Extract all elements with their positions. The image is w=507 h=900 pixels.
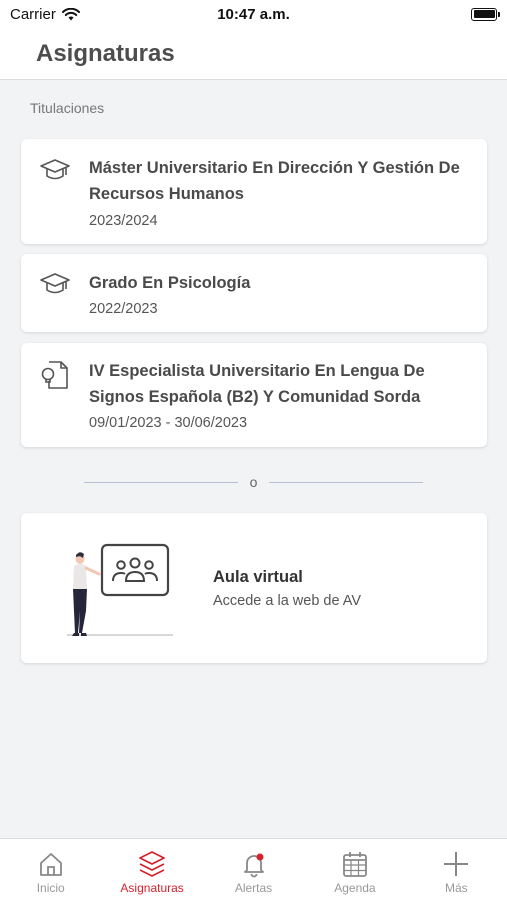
or-divider: o (0, 472, 507, 492)
tab-label: Inicio (36, 881, 65, 895)
battery-icon (471, 7, 500, 21)
wifi-icon (61, 7, 80, 20)
degree-period: 09/01/2023 - 30/06/2023 (89, 415, 248, 431)
degree-title: Grado En Psicología (89, 274, 251, 292)
tab-label: Asignaturas (120, 881, 184, 895)
tab-agenda[interactable]: Agenda (304, 839, 405, 900)
virtual-classroom-subtitle: Accede a la web de AV (213, 593, 362, 609)
tab-label: Agenda (334, 881, 376, 895)
layers-icon (139, 851, 166, 877)
degree-title: Máster Universitario En Dirección Y Gest… (89, 159, 460, 203)
degree-title: IV Especialista Universitario En Lengua … (89, 362, 425, 406)
status-left: Carrier (10, 6, 80, 23)
bell-icon (243, 853, 264, 878)
document-idea-icon (41, 361, 68, 389)
tab-mas[interactable]: Más (406, 839, 507, 900)
tab-alertas[interactable]: Alertas (203, 839, 304, 900)
divider-line (83, 481, 238, 483)
section-label: Titulaciones (30, 100, 105, 116)
degree-period: 2023/2024 (89, 213, 158, 229)
tab-label: Más (444, 881, 468, 895)
status-bar: Carrier 10:47 a.m. (0, 0, 507, 28)
tab-asignaturas[interactable]: Asignaturas (101, 839, 202, 900)
home-icon (39, 853, 62, 876)
tab-label: Alertas (234, 881, 273, 895)
carrier-label: Carrier (10, 5, 56, 23)
tab-inicio[interactable]: Inicio (0, 839, 101, 900)
header: Asignaturas (0, 28, 507, 80)
degree-card[interactable]: Máster Universitario En Dirección Y Gest… (21, 139, 487, 244)
virtual-classroom-card[interactable]: Aula virtual Accede a la web de AV (21, 513, 487, 663)
plus-icon (444, 852, 469, 876)
graduation-cap-icon (40, 273, 70, 294)
graduation-cap-icon (40, 159, 70, 180)
teacher-illustration (67, 543, 173, 636)
degree-card[interactable]: Grado En Psicología 2022/2023 (21, 254, 487, 332)
tab-bar: Inicio Asignaturas Alertas Agenda Más (0, 838, 507, 900)
divider-line (269, 481, 424, 483)
divider-text: o (249, 474, 258, 490)
virtual-classroom-title: Aula virtual (213, 568, 303, 586)
page-title: Asignaturas (36, 39, 175, 67)
degree-period: 2022/2023 (89, 301, 158, 317)
degree-card[interactable]: IV Especialista Universitario En Lengua … (21, 343, 487, 447)
calendar-icon (343, 852, 367, 877)
